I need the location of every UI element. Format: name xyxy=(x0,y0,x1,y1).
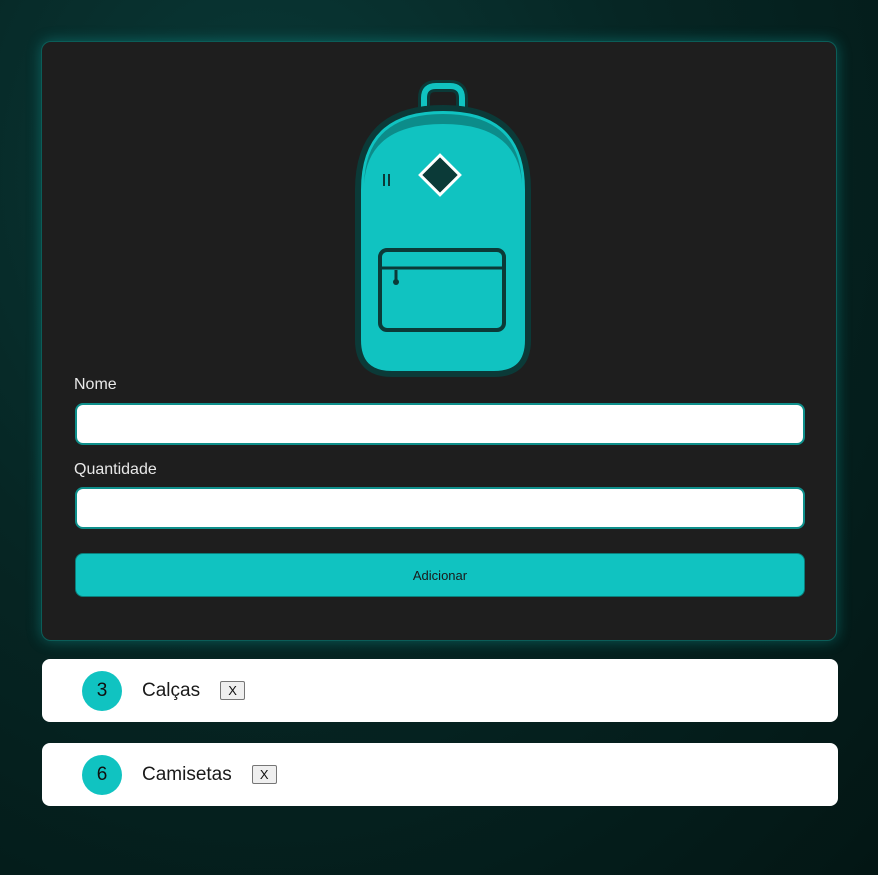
quantity-badge: 3 xyxy=(82,670,122,711)
name-input[interactable] xyxy=(75,403,805,445)
quantity-input[interactable] xyxy=(75,487,805,529)
add-item-card: Nome Quantidade Adicionar xyxy=(41,41,837,641)
item-name: Camisetas xyxy=(142,763,232,785)
name-label: Nome xyxy=(74,376,117,393)
backpack-icon xyxy=(355,80,531,377)
remove-item-button[interactable]: X xyxy=(251,765,277,784)
remove-item-button[interactable]: X xyxy=(220,681,246,700)
list-item: 6 Camisetas X xyxy=(42,743,838,806)
quantity-label: Quantidade xyxy=(74,461,157,478)
quantity-badge: 6 xyxy=(82,754,122,795)
list-item: 3 Calças X xyxy=(42,659,838,722)
add-button[interactable]: Adicionar xyxy=(75,553,805,597)
item-name: Calças xyxy=(142,679,201,701)
